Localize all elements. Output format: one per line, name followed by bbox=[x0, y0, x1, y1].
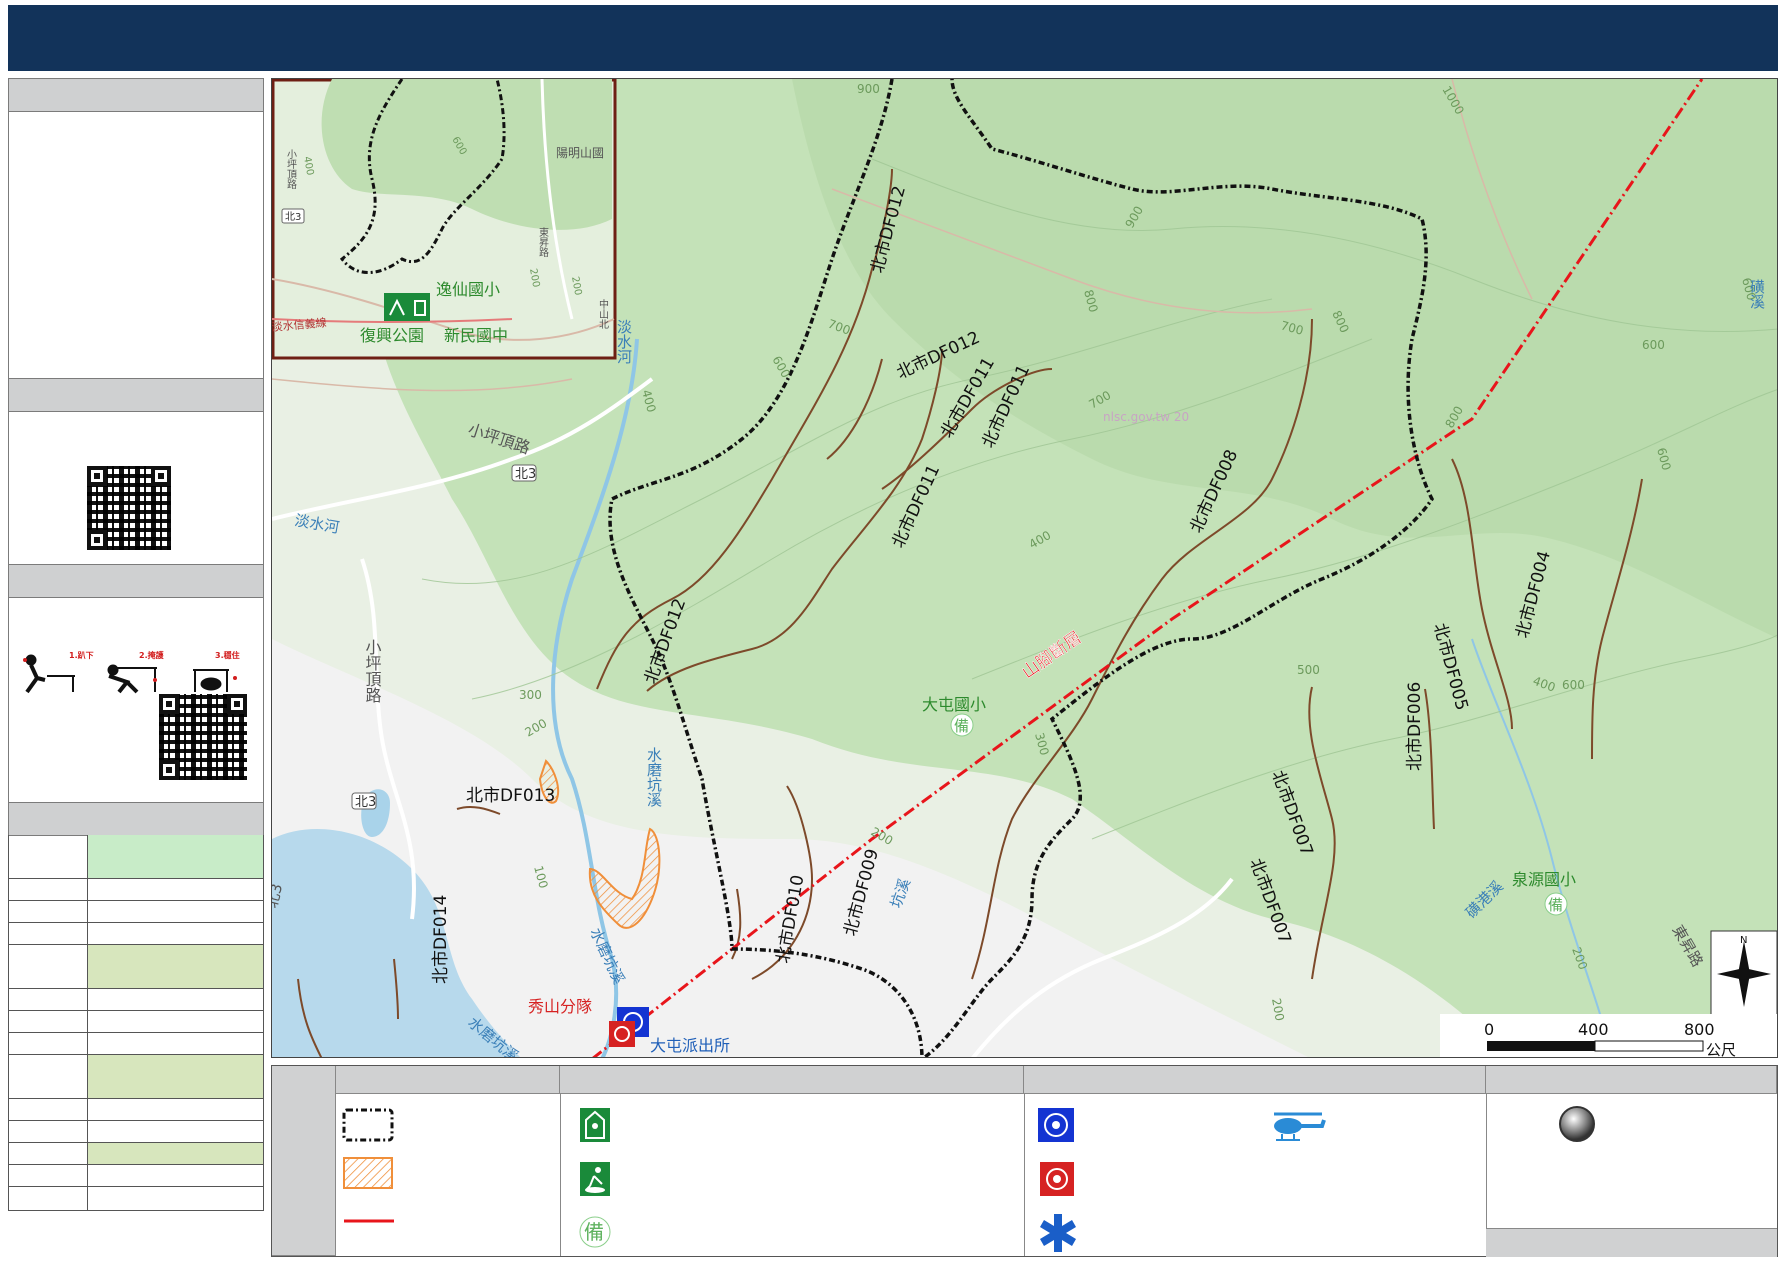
table-row bbox=[8, 1055, 264, 1099]
contour-label: 600 bbox=[1562, 678, 1585, 692]
inset-label: 中山北 bbox=[597, 298, 609, 329]
table-row bbox=[8, 901, 264, 923]
watermark: nlsc.gov.tw 20 bbox=[1103, 410, 1189, 424]
river-label: 水磨坑溪 bbox=[645, 747, 663, 807]
river-label: 淡水河 bbox=[615, 319, 633, 364]
sidebar-earthquake-box: 1.趴下 2.掩護 3.穩住 bbox=[8, 598, 264, 802]
route-label: 北3 bbox=[515, 467, 536, 482]
contour-label: 900 bbox=[857, 82, 880, 96]
table-row bbox=[8, 1033, 264, 1055]
qr-code[interactable] bbox=[87, 466, 171, 550]
table-row bbox=[8, 1099, 264, 1121]
table-row bbox=[8, 1165, 264, 1187]
contour-label: 600 bbox=[1642, 338, 1665, 352]
inset-label: 東昇路 bbox=[537, 226, 549, 258]
map-canvas: 900 900 1000 800 800 800 700 700 700 600… bbox=[272, 79, 1777, 1058]
table-row bbox=[8, 1011, 264, 1033]
earthquake-step-1: 1.趴下 bbox=[69, 651, 94, 660]
police-label: 大屯派出所 bbox=[650, 1036, 730, 1055]
table-row bbox=[8, 945, 264, 989]
qr-code-earthquake[interactable] bbox=[159, 694, 247, 780]
sidebar-section-header-3 bbox=[8, 564, 264, 598]
hazard-map[interactable]: 900 900 1000 800 800 800 700 700 700 600… bbox=[271, 78, 1778, 1058]
earthquake-step-2: 2.掩護 bbox=[139, 650, 165, 660]
inset-shelter-icon[interactable] bbox=[384, 293, 430, 321]
location-point-icon bbox=[1559, 1106, 1595, 1142]
contour-label: 500 bbox=[1297, 663, 1320, 677]
reserve-mark: 備 bbox=[954, 717, 969, 735]
north-label: N bbox=[1740, 935, 1747, 946]
shelter-indoor-icon bbox=[580, 1108, 610, 1142]
reserve-shelter-icon: 備 bbox=[579, 1216, 611, 1248]
table-row bbox=[8, 989, 264, 1011]
inset-label: 小坪頂路 bbox=[285, 149, 297, 190]
shelter-outdoor-icon bbox=[580, 1162, 610, 1196]
debris-flow-label: 北市DF006 bbox=[1405, 682, 1425, 771]
fire-station-icon[interactable] bbox=[609, 1021, 635, 1047]
map-legend: 備 bbox=[271, 1065, 1778, 1257]
table-row bbox=[8, 1187, 264, 1211]
header-bar bbox=[8, 5, 1778, 71]
scale-tick: 0 bbox=[1484, 1020, 1494, 1039]
sidebar: 1.趴下 2.掩護 3.穩住 bbox=[8, 78, 264, 1258]
school-label: 大屯國小 bbox=[922, 695, 986, 714]
landslide-icon bbox=[343, 1157, 393, 1189]
debris-flow-label: 北市DF014 bbox=[431, 895, 451, 984]
inset-label: 新民國中 bbox=[444, 326, 508, 345]
scale-bar: 0 400 800 公尺 bbox=[1440, 1014, 1777, 1058]
fire-station-icon bbox=[1040, 1162, 1074, 1196]
sidebar-info-box bbox=[8, 112, 264, 378]
sidebar-qr-box bbox=[8, 412, 264, 564]
sidebar-section-header-2 bbox=[8, 378, 264, 412]
medical-icon bbox=[1040, 1214, 1076, 1252]
sidebar-section-header-4 bbox=[8, 802, 264, 836]
police-label: 秀山分隊 bbox=[528, 997, 592, 1016]
road-label: 小坪頂路 bbox=[363, 639, 382, 703]
table-row bbox=[8, 1121, 264, 1143]
table-row bbox=[8, 1143, 264, 1165]
scale-unit: 公尺 bbox=[1706, 1041, 1736, 1058]
scale-tick: 800 bbox=[1684, 1020, 1715, 1039]
debris-flow-label: 北市DF013 bbox=[466, 786, 555, 806]
table-row bbox=[8, 879, 264, 901]
legend-reserve-mark: 備 bbox=[584, 1220, 604, 1244]
scale-tick: 400 bbox=[1578, 1020, 1609, 1039]
reserve-mark: 備 bbox=[1548, 896, 1563, 914]
inset-map[interactable]: 600 400 200 200 陽明山國 淡水信義線 北3 東昇路 中山北 小坪… bbox=[272, 79, 617, 360]
boundary-icon bbox=[342, 1108, 394, 1142]
table-row bbox=[8, 835, 264, 879]
route-label: 北3 bbox=[355, 795, 376, 810]
school-label: 泉源國小 bbox=[1512, 870, 1576, 889]
inset-label: 逸仙國小 bbox=[436, 280, 500, 299]
inset-label: 復興公園 bbox=[360, 326, 424, 345]
inset-route-label: 北3 bbox=[285, 211, 301, 223]
inset-label: 陽明山國 bbox=[556, 146, 604, 160]
sidebar-section-header-1 bbox=[8, 78, 264, 112]
helicopter-icon bbox=[1274, 1112, 1326, 1141]
table-row bbox=[8, 923, 264, 945]
north-arrow: N bbox=[1710, 930, 1777, 1018]
contour-label: 300 bbox=[519, 688, 542, 702]
police-icon bbox=[1038, 1108, 1074, 1142]
river-label: 磺溪 bbox=[1748, 279, 1766, 309]
earthquake-step-3: 3.穩住 bbox=[215, 650, 240, 660]
